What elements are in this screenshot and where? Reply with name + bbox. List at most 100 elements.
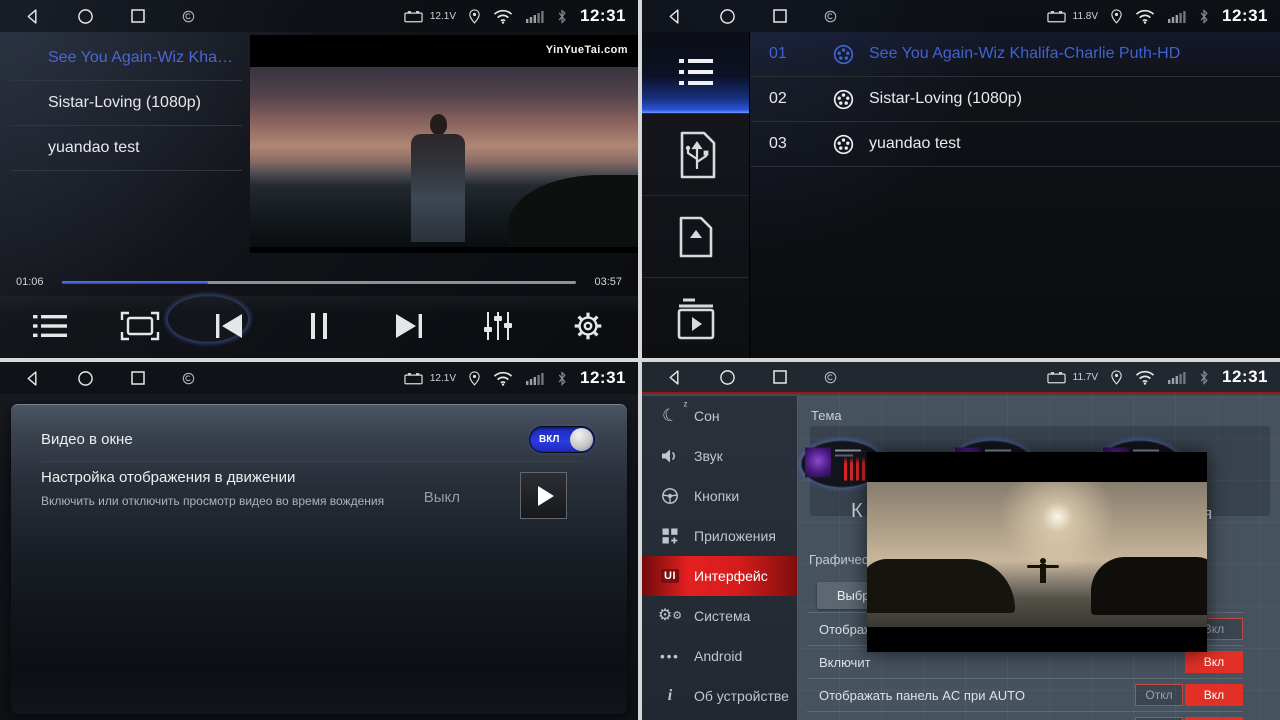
- home-button[interactable]: [719, 8, 736, 25]
- video-footage: [250, 67, 638, 247]
- fullscreen-button[interactable]: [112, 304, 168, 348]
- screenshot-button[interactable]: [824, 10, 837, 23]
- source-sidebar: [642, 32, 750, 358]
- seek-bar[interactable]: [62, 281, 576, 284]
- menu-item-android[interactable]: ••• Android: [642, 636, 797, 676]
- toggle-knob[interactable]: [570, 428, 593, 451]
- setting-label: Отображать панель AC при AUTO: [807, 688, 1135, 703]
- signal-strength-icon: [526, 372, 544, 385]
- recents-button[interactable]: [772, 369, 788, 385]
- usb-storage-icon: [674, 129, 718, 181]
- off-button[interactable]: Откл: [1135, 684, 1183, 706]
- status-bar: 11.8V 12:31: [642, 0, 1280, 32]
- settings-gear-button[interactable]: [560, 304, 616, 348]
- menu-label: Кнопки: [694, 488, 739, 504]
- track-title: yuandao test: [869, 135, 961, 153]
- menu-label: Об устройстве: [694, 688, 789, 704]
- setting-label: Включит: [807, 655, 1185, 670]
- progress-row: 01:06 03:57: [0, 270, 638, 294]
- quadrant-media-list: 11.8V 12:31 01: [642, 0, 1280, 358]
- track-number: 02: [769, 90, 805, 108]
- screenshot-button[interactable]: [182, 10, 195, 23]
- playlist-item[interactable]: Sistar-Loving (1080p): [10, 81, 242, 126]
- elapsed-time: 01:06: [16, 276, 54, 288]
- track-title: Sistar-Loving (1080p): [869, 90, 1022, 108]
- back-button[interactable]: [666, 369, 683, 386]
- dots-icon: •••: [656, 649, 684, 664]
- media-list: 01 See You Again-Wiz Khalifa-Charlie Put…: [751, 32, 1280, 167]
- back-button[interactable]: [24, 8, 41, 25]
- battery-voltage: 11.8V: [1073, 11, 1098, 22]
- back-button[interactable]: [24, 370, 41, 387]
- wifi-icon: [1135, 9, 1155, 24]
- menu-item-interface[interactable]: UI Интерфейс: [642, 556, 797, 596]
- playlist-item-label: yuandao test: [48, 139, 140, 157]
- bluetooth-icon: [1199, 370, 1209, 385]
- location-icon: [1111, 9, 1122, 24]
- menu-item-buttons[interactable]: Кнопки: [642, 476, 797, 516]
- menu-item-system[interactable]: ⚙⚙ Система: [642, 596, 797, 636]
- film-reel-icon: [833, 89, 855, 110]
- media-row[interactable]: 01 See You Again-Wiz Khalifa-Charlie Put…: [751, 32, 1280, 77]
- menu-label: Интерфейс: [694, 568, 768, 584]
- on-button[interactable]: Вкл: [1185, 651, 1243, 673]
- setting-row-motion-display[interactable]: Настройка отображения в движении Включит…: [41, 469, 595, 508]
- media-row[interactable]: 02 Sistar-Loving (1080p): [751, 77, 1280, 122]
- sidebar-item-video-library[interactable]: [642, 278, 749, 358]
- menu-label: Звук: [694, 448, 723, 464]
- bluetooth-icon: [1199, 9, 1209, 24]
- settings-panel: Видео в окне ВКЛ Настройка отображения в…: [11, 404, 627, 714]
- menu-item-about[interactable]: i Об устройстве: [642, 676, 797, 716]
- info-icon: i: [656, 687, 684, 705]
- home-button[interactable]: [77, 8, 94, 25]
- screenshot-button[interactable]: [824, 371, 837, 384]
- screenshot-button[interactable]: [182, 372, 195, 385]
- playlist-item[interactable]: See You Again-Wiz Kha…: [10, 36, 242, 81]
- recents-button[interactable]: [130, 8, 146, 24]
- menu-label: Сон: [694, 408, 720, 424]
- video-in-window-toggle[interactable]: ВКЛ: [529, 426, 595, 453]
- video-library-icon: [673, 297, 719, 341]
- back-button[interactable]: [666, 8, 683, 25]
- signal-strength-icon: [1168, 371, 1186, 384]
- theme-caption-left: К: [851, 500, 863, 523]
- next-track-button[interactable]: [381, 304, 437, 348]
- media-row[interactable]: 03 yuandao test: [751, 122, 1280, 167]
- video-watermark: YinYueTai.com: [546, 44, 628, 56]
- film-reel-icon: [833, 134, 855, 155]
- toggle-on-label: ВКЛ: [539, 434, 559, 445]
- previous-track-button[interactable]: [201, 304, 257, 348]
- menu-item-sleep[interactable]: ☾z Сон: [642, 396, 797, 436]
- car-battery-icon: [1047, 371, 1066, 384]
- battery-voltage: 12.1V: [430, 373, 456, 384]
- on-button[interactable]: Вкл: [1185, 684, 1243, 706]
- location-icon: [469, 371, 480, 386]
- menu-item-sound[interactable]: Звук: [642, 436, 797, 476]
- track-number: 01: [769, 45, 805, 63]
- menu-item-apps[interactable]: Приложения: [642, 516, 797, 556]
- battery-voltage: 11.7V: [1073, 372, 1098, 383]
- sidebar-item-sd-card[interactable]: [642, 196, 749, 278]
- pause-button[interactable]: [291, 304, 347, 348]
- wifi-icon: [1135, 370, 1155, 385]
- floating-video-window[interactable]: [867, 452, 1207, 652]
- play-preview-button[interactable]: [520, 472, 567, 519]
- recents-button[interactable]: [772, 8, 788, 24]
- setting-label: Видео в окне: [41, 431, 133, 448]
- playlist-icon: [673, 55, 719, 91]
- wifi-icon: [493, 9, 513, 24]
- home-button[interactable]: [77, 370, 94, 387]
- video-frame[interactable]: YinYueTai.com: [250, 35, 638, 253]
- playlist-item[interactable]: yuandao test: [10, 126, 242, 171]
- recents-button[interactable]: [130, 370, 146, 386]
- wifi-icon: [493, 371, 513, 386]
- apps-grid-icon: [656, 528, 684, 544]
- divider: [41, 461, 581, 462]
- equalizer-button[interactable]: [470, 304, 526, 348]
- status-bar: 12.1V 12:31: [0, 362, 638, 394]
- sidebar-item-usb-storage[interactable]: [642, 114, 749, 196]
- menu-label: Система: [694, 608, 750, 624]
- sidebar-item-playlist[interactable]: [642, 32, 749, 114]
- playlist-button[interactable]: [22, 304, 78, 348]
- home-button[interactable]: [719, 369, 736, 386]
